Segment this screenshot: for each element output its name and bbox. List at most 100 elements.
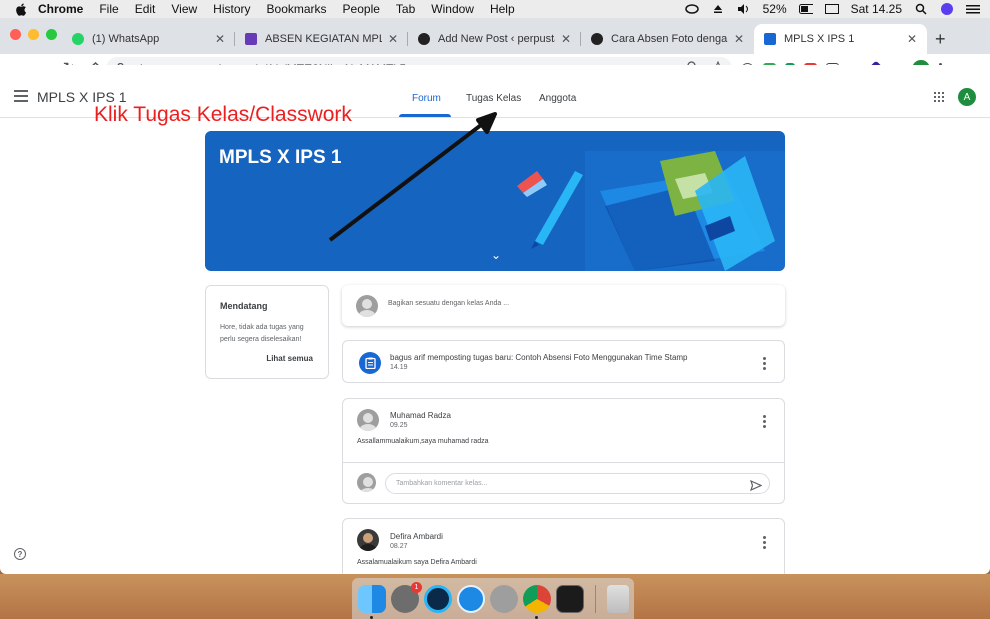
stream-post: Muhamad Radza 09.25 Assallammualaikum,sa… — [342, 398, 785, 504]
launchpad-icon[interactable] — [490, 584, 518, 613]
tab-title: Cara Absen Foto dengan Tim — [611, 33, 728, 45]
close-tab-icon[interactable]: ✕ — [734, 32, 744, 46]
more-options-icon[interactable] — [763, 357, 766, 372]
avatar — [357, 473, 376, 492]
tab-title: Add New Post ‹ perpustaka — [438, 33, 555, 45]
assignment-post[interactable]: bagus arif memposting tugas baru: Contoh… — [342, 340, 785, 383]
classroom-favicon-icon — [764, 33, 776, 45]
avatar — [356, 295, 378, 317]
post-author: Muhamad Radza — [390, 411, 451, 420]
tab-tugas-kelas[interactable]: Tugas Kelas — [466, 93, 521, 104]
more-options-icon[interactable] — [763, 415, 766, 430]
send-icon[interactable] — [749, 478, 763, 496]
terminal-icon[interactable] — [556, 584, 584, 613]
browser-tab-absen[interactable]: ABSEN KEGIATAN MPLS 13 ✕ — [235, 24, 408, 54]
quicktime-icon[interactable] — [424, 584, 452, 613]
share-placeholder[interactable]: Bagikan sesuatu dengan kelas Anda ... — [388, 300, 509, 307]
share-box[interactable]: Bagikan sesuatu dengan kelas Anda ... — [342, 285, 785, 326]
battery-percent: 52% — [762, 2, 787, 16]
class-banner: MPLS X IPS 1 ⌄ — [205, 131, 785, 271]
browser-tab-classroom[interactable]: MPLS X IPS 1 ✕ — [754, 24, 927, 54]
more-options-icon[interactable] — [763, 536, 766, 551]
tab-title: (1) WhatsApp — [92, 33, 160, 45]
assignment-icon — [359, 352, 381, 374]
close-tab-icon[interactable]: ✕ — [907, 32, 917, 46]
menu-people[interactable]: People — [343, 2, 380, 16]
assignment-title[interactable]: bagus arif memposting tugas baru: Contoh… — [390, 353, 688, 362]
annotation-text: Klik Tugas Kelas/Classwork — [94, 103, 352, 126]
avatar — [357, 529, 379, 551]
close-tab-icon[interactable]: ✕ — [215, 32, 225, 46]
zoom-window-button[interactable] — [46, 29, 57, 40]
tab-forum[interactable]: Forum — [412, 93, 441, 104]
assignment-time: 14.19 — [390, 364, 408, 371]
forms-favicon-icon — [245, 33, 257, 45]
upcoming-text: Hore, tidak ada tugas yang perlu segera … — [220, 324, 304, 343]
menu-help[interactable]: Help — [490, 2, 515, 16]
notification-badge: 1 — [411, 581, 422, 593]
site-favicon-icon — [591, 33, 603, 45]
upcoming-card: Mendatang Hore, tidak ada tugas yang per… — [205, 285, 329, 379]
minimize-window-button[interactable] — [28, 29, 39, 40]
view-all-link[interactable]: Lihat semua — [266, 354, 313, 363]
display-icon[interactable] — [824, 3, 839, 15]
system-preferences-icon[interactable]: 1 — [391, 581, 422, 613]
close-tab-icon[interactable]: ✕ — [388, 32, 398, 46]
chrome-icon[interactable] — [523, 584, 551, 619]
tab-anggota[interactable]: Anggota — [539, 93, 576, 104]
divider — [343, 462, 784, 463]
comment-input[interactable]: Tambahkan komentar kelas... — [385, 473, 770, 494]
trash-icon[interactable] — [607, 584, 629, 613]
browser-tab-whatsapp[interactable]: (1) WhatsApp ✕ — [62, 24, 235, 54]
menu-view[interactable]: View — [171, 2, 197, 16]
safari-icon[interactable] — [457, 584, 485, 613]
post-author: Defira Ambardi — [390, 532, 443, 541]
post-body: Assalamualaikum saya Defira Ambardi — [357, 559, 477, 566]
banner-title: MPLS X IPS 1 — [219, 147, 342, 168]
tab-title: ABSEN KEGIATAN MPLS 13 — [265, 33, 382, 45]
post-time: 08.27 — [390, 543, 408, 550]
volume-icon[interactable] — [737, 3, 751, 15]
post-body: Assallammualaikum,saya muhamad radza — [357, 438, 489, 445]
spotlight-icon[interactable] — [914, 3, 928, 15]
menu-clock[interactable]: Sat 14.25 — [851, 2, 902, 16]
finder-icon[interactable] — [358, 584, 386, 619]
post-time: 09.25 — [390, 422, 408, 429]
menu-tab[interactable]: Tab — [396, 2, 415, 16]
site-favicon-icon — [418, 33, 430, 45]
mac-menu-bar: Chrome File Edit View History Bookmarks … — [0, 0, 990, 18]
eject-icon[interactable] — [711, 3, 725, 15]
comment-placeholder[interactable]: Tambahkan komentar kelas... — [396, 480, 487, 487]
menu-bar-status: 52% Sat 14.25 — [684, 0, 980, 18]
menu-window[interactable]: Window — [431, 2, 474, 16]
account-avatar[interactable]: A — [958, 88, 976, 106]
close-window-button[interactable] — [10, 29, 21, 40]
whatsapp-favicon-icon — [72, 33, 84, 45]
active-tab-indicator — [399, 114, 451, 117]
dock: 1 — [352, 578, 634, 619]
creative-cloud-icon[interactable] — [684, 3, 699, 15]
notification-center-icon[interactable] — [966, 3, 980, 15]
browser-tab-cara-absen[interactable]: Cara Absen Foto dengan Tim ✕ — [581, 24, 754, 54]
hamburger-menu-icon[interactable] — [14, 90, 28, 105]
tab-strip: (1) WhatsApp ✕ ABSEN KEGIATAN MPLS 13 ✕ … — [0, 18, 990, 54]
avatar — [357, 409, 379, 431]
menu-file[interactable]: File — [99, 2, 118, 16]
siri-icon[interactable] — [940, 3, 954, 15]
close-tab-icon[interactable]: ✕ — [561, 32, 571, 46]
dock-separator — [595, 584, 596, 613]
apple-icon[interactable] — [14, 2, 28, 16]
help-icon[interactable]: ? — [14, 548, 26, 560]
battery-icon[interactable] — [798, 3, 813, 15]
menu-bookmarks[interactable]: Bookmarks — [267, 2, 327, 16]
tab-title: MPLS X IPS 1 — [784, 33, 855, 45]
window-controls — [10, 29, 57, 40]
upcoming-heading: Mendatang — [220, 301, 268, 311]
menu-history[interactable]: History — [213, 2, 250, 16]
apps-grid-icon[interactable] — [934, 92, 944, 102]
menu-edit[interactable]: Edit — [135, 2, 156, 16]
menu-app-name[interactable]: Chrome — [38, 2, 83, 16]
new-tab-button[interactable]: + — [935, 24, 946, 54]
chevron-down-icon[interactable]: ⌄ — [491, 248, 501, 262]
browser-tab-add-post[interactable]: Add New Post ‹ perpustaka ✕ — [408, 24, 581, 54]
